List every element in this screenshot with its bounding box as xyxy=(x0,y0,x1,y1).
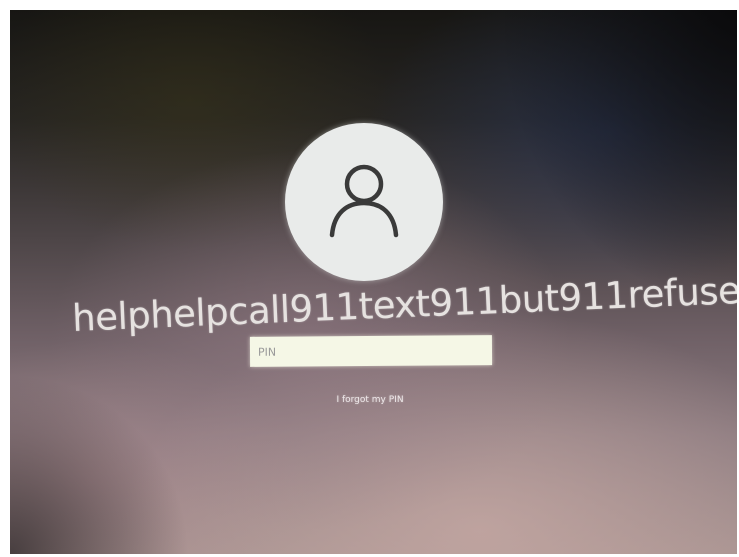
forgot-pin-link[interactable]: I forgot my PIN xyxy=(310,395,430,405)
windows-lock-screen: helphelpcall911text911but911refuse... I … xyxy=(10,10,737,554)
user-icon xyxy=(329,164,399,238)
pin-input[interactable] xyxy=(249,335,493,367)
background-shadow xyxy=(497,10,737,310)
photo-frame: helphelpcall911text911but911refuse... I … xyxy=(0,0,739,557)
user-avatar xyxy=(285,123,443,281)
background-shadow xyxy=(10,374,190,554)
user-name: helphelpcall911text911but911refuse... xyxy=(71,267,737,340)
